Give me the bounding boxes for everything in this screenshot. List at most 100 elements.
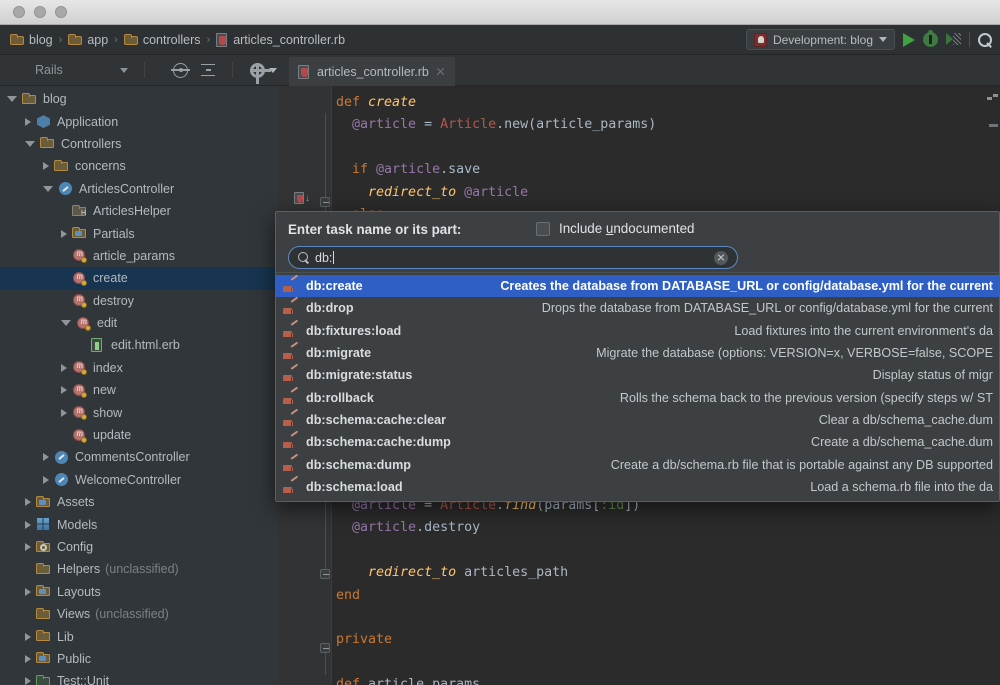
chevron-right-icon[interactable] [25, 520, 31, 529]
chevron-right-icon[interactable] [61, 229, 67, 238]
close-icon[interactable] [436, 67, 445, 76]
tree-item-assets[interactable]: Assets [0, 491, 278, 513]
method-icon [76, 316, 91, 331]
rake-task-item[interactable]: db:fixtures:load Load fixtures into the c… [276, 319, 999, 342]
chevron-right-icon[interactable] [25, 587, 31, 596]
collapse-all-icon[interactable] [201, 63, 215, 78]
tree-item-articlescontroller[interactable]: ArticlesController [0, 178, 278, 200]
checkbox-box[interactable] [536, 221, 550, 236]
rails-view-selector[interactable]: Rails [0, 63, 140, 78]
tree-item-article-params[interactable]: article_params [0, 245, 278, 267]
breadcrumb-item-file[interactable]: articles_controller.rb [216, 32, 346, 47]
breadcrumb-label: articles_controller.rb [233, 32, 346, 47]
rake-task-item[interactable]: db:create Creates the database from DATAB… [276, 274, 999, 298]
tree-item-edit-html-erb[interactable]: edit.html.erb [0, 334, 278, 356]
tree-item-commentscontroller[interactable]: CommentsController [0, 446, 278, 468]
tree-item-show[interactable]: show [0, 401, 278, 423]
tree-item-articleshelper[interactable]: H ArticlesHelper [0, 200, 278, 222]
chevron-right-icon[interactable] [61, 408, 67, 417]
chevron-right-icon[interactable] [25, 543, 31, 551]
rake-task-item[interactable]: db:migrate:status Display status of migr [276, 363, 999, 386]
chevron-down-icon[interactable] [43, 185, 53, 192]
run-with-coverage-icon[interactable] [946, 32, 961, 47]
method-icon [72, 405, 87, 421]
tree-toolbar [171, 62, 304, 84]
chevron-right-icon[interactable] [61, 386, 67, 395]
rake-icon [283, 297, 299, 315]
chevron-down-icon[interactable] [7, 96, 17, 103]
folder-icon [36, 562, 51, 577]
tree-item-label: Models [57, 517, 98, 532]
rake-icon [283, 475, 299, 494]
locate-icon[interactable] [171, 62, 190, 78]
run-method-gutter-icon[interactable]: ↓ [294, 192, 310, 205]
settings-icon[interactable] [250, 62, 271, 84]
zoom-button[interactable] [55, 6, 67, 18]
tree-item-controllers[interactable]: Controllers [0, 133, 278, 155]
chevron-down-icon[interactable] [25, 140, 35, 147]
tree-item-models[interactable]: Models [0, 513, 278, 535]
tree-item-public[interactable]: Public [0, 648, 278, 670]
minimize-button[interactable] [34, 6, 46, 18]
rake-task-list[interactable]: db:create Creates the database from DATAB… [276, 272, 999, 501]
tree-item-label: concerns [75, 159, 126, 174]
chevron-right-icon[interactable] [43, 453, 49, 462]
clear-icon[interactable] [714, 250, 728, 265]
fold-marker-icon[interactable] [320, 197, 330, 207]
tree-item-index[interactable]: index [0, 357, 278, 379]
fold-line [324, 113, 326, 197]
chevron-right-icon[interactable] [61, 363, 67, 372]
rake-task-item[interactable]: db:schema:dump Create a db/schema.rb file… [276, 453, 999, 475]
run-rake-task-popup[interactable]: Enter task name or its part: Include und… [275, 211, 1000, 502]
tree-item-layouts[interactable]: Layouts [0, 581, 278, 603]
tree-item-views[interactable]: Views (unclassified) [0, 603, 278, 625]
tree-item-helpers[interactable]: Helpers (unclassified) [0, 558, 278, 580]
chevron-down-icon[interactable] [61, 320, 71, 327]
rake-task-item[interactable]: db:schema:cache:clear Clear a db/schema_c… [276, 408, 999, 431]
tree-item-concerns[interactable]: concerns [0, 155, 278, 177]
breadcrumb-item-controllers[interactable]: controllers [123, 33, 201, 47]
rake-task-item[interactable]: db:rollback Rolls the schema back to the … [276, 386, 999, 408]
tab-articles-controller[interactable]: articles_controller.rb [289, 57, 455, 86]
tree-item-application[interactable]: Application [0, 110, 278, 132]
config-folder-icon [36, 540, 51, 555]
tree-item-create[interactable]: create [0, 267, 278, 290]
tree-item-label: Controllers [61, 136, 122, 151]
breadcrumb-item-blog[interactable]: blog [10, 33, 53, 47]
run-icon[interactable] [903, 32, 915, 47]
tree-item-new[interactable]: new [0, 379, 278, 401]
breadcrumb-item-app[interactable]: app [68, 33, 108, 47]
rake-task-item[interactable]: db:schema:cache:dump Create a db/schema_c… [276, 430, 999, 453]
tree-item-label: ArticlesController [79, 181, 175, 196]
chevron-right-icon[interactable] [43, 162, 49, 171]
tree-item-config[interactable]: Config [0, 536, 278, 558]
fold-marker-icon[interactable] [320, 569, 330, 579]
rake-task-description: Display status of migr [872, 368, 993, 383]
chevron-right-icon[interactable] [25, 117, 31, 126]
tree-item-welcomecontroller[interactable]: WelcomeController [0, 469, 278, 491]
close-button[interactable] [13, 6, 25, 18]
chevron-right-icon[interactable] [25, 677, 31, 685]
tree-item-blog[interactable]: blog [0, 88, 278, 110]
rake-task-item[interactable]: db:migrate Migrate the database (options:… [276, 341, 999, 364]
tree-item-lib[interactable]: Lib [0, 625, 278, 647]
fold-marker-icon[interactable] [320, 643, 330, 653]
tree-item-destroy[interactable]: destroy [0, 290, 278, 312]
rake-task-item[interactable]: db:schema:load Load a schema.rb file into… [276, 475, 999, 498]
chevron-right-icon[interactable] [43, 475, 49, 484]
tree-item-partials[interactable]: Partials [0, 222, 278, 244]
debug-icon[interactable] [923, 30, 938, 47]
project-tool-window[interactable]: blog Application Controllers concerns Articl… [0, 86, 278, 685]
search-icon[interactable] [978, 32, 992, 47]
include-undocumented-checkbox[interactable]: Include undocumented [536, 221, 695, 236]
run-configuration-selector[interactable]: Development: blog [745, 29, 895, 50]
tree-item-test-unit[interactable]: Test::Unit [0, 670, 278, 685]
tree-item-label: Assets [57, 495, 95, 510]
tree-item-edit[interactable]: edit [0, 312, 278, 334]
chevron-right-icon[interactable] [25, 654, 31, 663]
chevron-right-icon[interactable] [25, 498, 31, 507]
rake-task-item[interactable]: db:drop Drops the database from DATABASE_… [276, 297, 999, 319]
tree-item-update[interactable]: update [0, 424, 278, 446]
task-search-input[interactable]: db: [288, 246, 738, 269]
chevron-right-icon[interactable] [25, 632, 31, 641]
